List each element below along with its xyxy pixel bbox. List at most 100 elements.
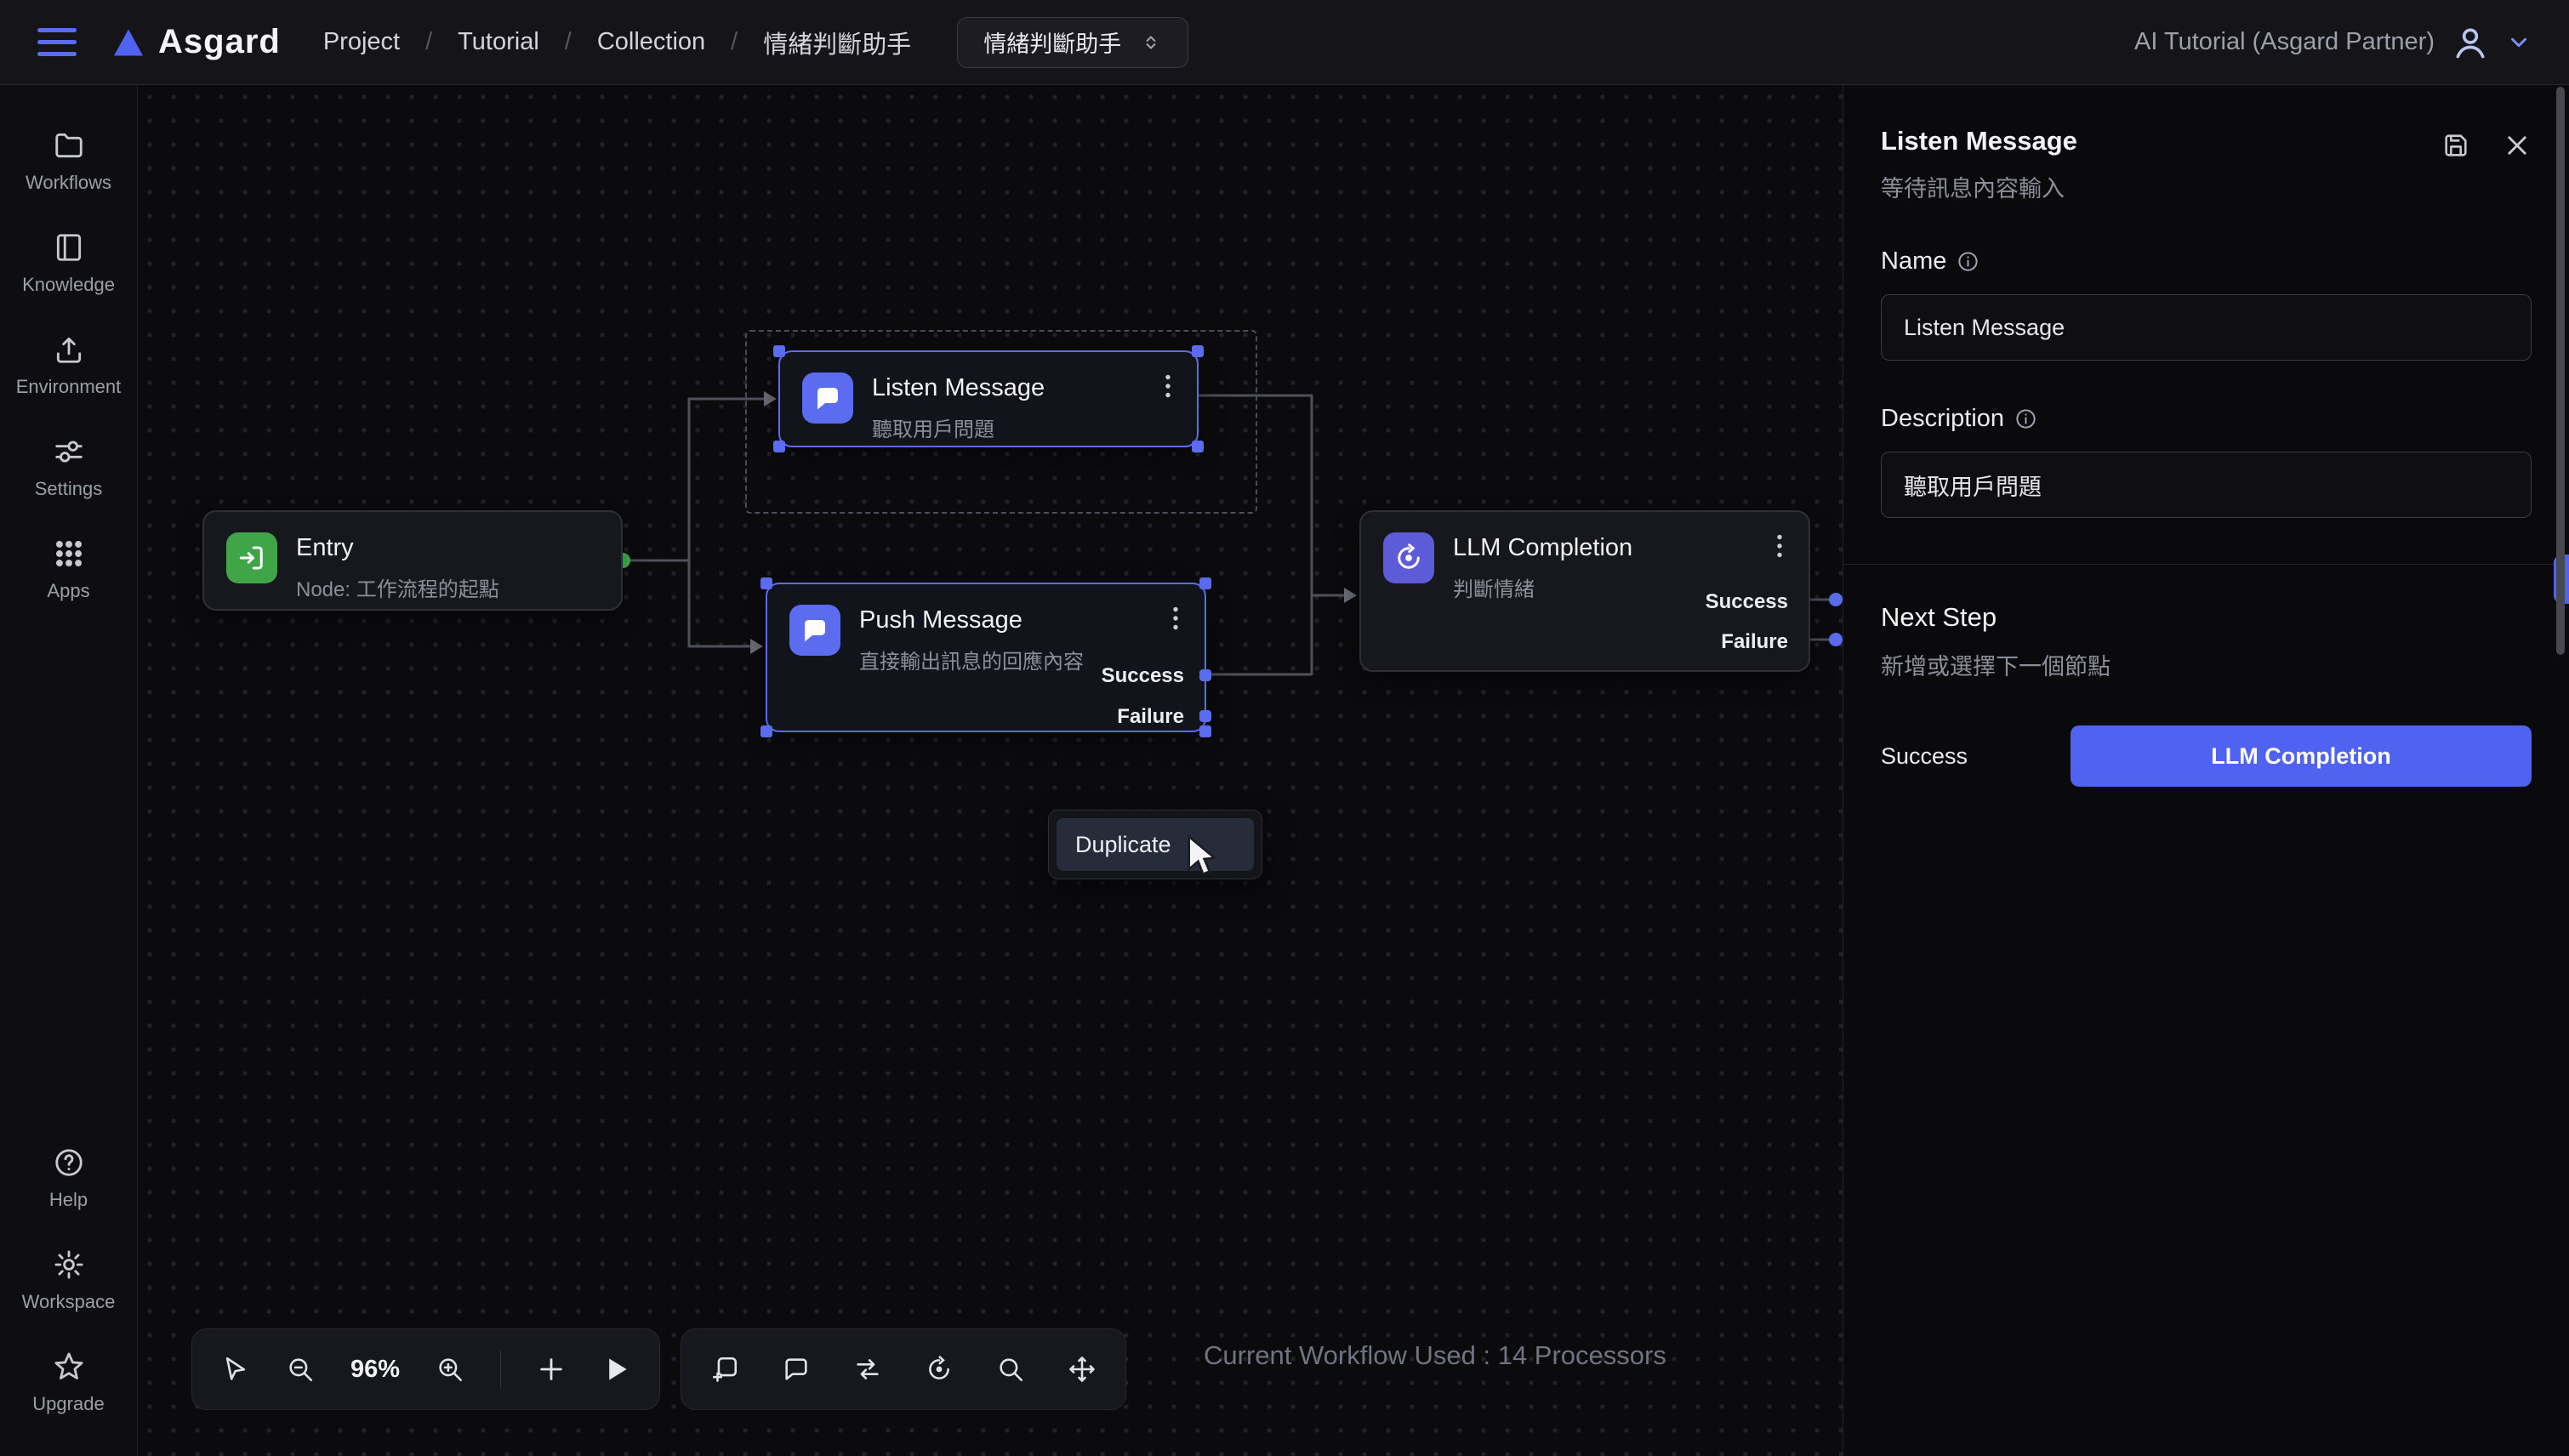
add-icon[interactable] [537, 1355, 566, 1384]
sidebar-item-workspace[interactable]: Workspace [0, 1230, 137, 1332]
info-icon [1957, 250, 1979, 273]
info-icon [2014, 407, 2037, 430]
panel-scrollbar[interactable] [2556, 87, 2565, 655]
panel-subtitle: 等待訊息內容輸入 [1881, 170, 2077, 203]
apps-grid-icon [53, 537, 85, 570]
breadcrumb-item-tutorial[interactable]: Tutorial [458, 28, 539, 56]
book-icon [53, 231, 85, 264]
breadcrumb-item-collection[interactable]: Collection [597, 28, 705, 56]
fit-view-icon[interactable] [1068, 1355, 1097, 1384]
sidebar-item-upgrade[interactable]: Upgrade [0, 1332, 137, 1434]
help-icon [53, 1146, 85, 1179]
search-icon[interactable] [996, 1355, 1025, 1384]
add-llm-node-icon[interactable] [925, 1355, 954, 1384]
menu-icon[interactable] [37, 28, 77, 56]
context-menu: Duplicate [1048, 810, 1262, 879]
toolbar-divider [500, 1351, 501, 1388]
next-step-title: Next Step [1881, 602, 2532, 633]
description-input[interactable] [1881, 452, 2532, 518]
chevron-down-icon[interactable] [2506, 30, 2532, 55]
node-title: Push Message [859, 605, 1084, 634]
sidebar-item-apps[interactable]: Apps [0, 519, 137, 621]
resize-handle[interactable] [773, 345, 785, 357]
workflow-selector[interactable]: 情緒判斷助手 [957, 17, 1188, 68]
name-field-label: Name [1881, 247, 2532, 276]
next-step-target-button[interactable]: LLM Completion [2071, 725, 2532, 787]
resize-handle[interactable] [1192, 345, 1204, 357]
close-icon[interactable] [2503, 131, 2532, 160]
sidebar-item-label: Apps [47, 580, 89, 602]
workflow-selector-value: 情緒判斷助手 [983, 26, 1121, 59]
port-success-label: Success [1706, 590, 1788, 614]
resize-handle[interactable] [773, 441, 785, 452]
resize-handle[interactable] [1199, 577, 1211, 589]
context-menu-item-duplicate[interactable]: Duplicate [1057, 818, 1254, 871]
add-entry-node-icon[interactable] [710, 1355, 739, 1384]
folder-icon [53, 129, 85, 162]
app-window: Asgard Project / Tutorial / Collection /… [0, 0, 2569, 1456]
app-logo[interactable]: Asgard [112, 23, 281, 61]
zoom-in-icon[interactable] [436, 1355, 464, 1384]
gear-icon [53, 1248, 85, 1281]
add-message-node-icon[interactable] [782, 1355, 811, 1384]
node-subtitle: 直接輸出訊息的回應內容 [859, 645, 1084, 674]
sidebar-item-workflows[interactable]: Workflows [0, 111, 137, 213]
swap-arrows-icon[interactable] [853, 1355, 882, 1384]
topbar: Asgard Project / Tutorial / Collection /… [0, 0, 2569, 85]
port-failure-label: Failure [1117, 705, 1184, 729]
zoom-level[interactable]: 96% [350, 1356, 400, 1384]
run-workflow-icon[interactable] [601, 1355, 630, 1384]
panel-title: Listen Message [1881, 126, 2077, 156]
sidebar-item-label: Workspace [22, 1291, 116, 1313]
breadcrumb-separator: / [731, 28, 738, 56]
sidebar-item-label: Workflows [26, 172, 111, 194]
llm-node-icon [1383, 532, 1434, 583]
node-entry[interactable]: Entry Node: 工作流程的起點 [202, 510, 623, 611]
sidebar-item-knowledge[interactable]: Knowledge [0, 213, 137, 315]
node-menu-icon[interactable] [1764, 531, 1795, 565]
sidebar: Workflows Knowledge Environment Settings… [0, 85, 138, 1456]
description-field-label: Description [1881, 405, 2532, 433]
port-success-dot[interactable] [1199, 669, 1211, 681]
star-icon [53, 1351, 85, 1383]
upload-icon [53, 333, 85, 366]
node-title: Listen Message [872, 373, 1045, 402]
node-menu-icon[interactable] [1160, 603, 1191, 637]
next-step-subtitle: 新增或選擇下一個節點 [1881, 648, 2532, 681]
logo-text: Asgard [158, 23, 281, 61]
resize-handle[interactable] [1192, 441, 1204, 452]
pointer-tool-icon[interactable] [221, 1355, 250, 1384]
sidebar-item-settings[interactable]: Settings [0, 417, 137, 519]
name-input[interactable] [1881, 294, 2532, 361]
port-success-label: Success [1102, 664, 1184, 688]
resize-handle[interactable] [760, 725, 772, 737]
node-palette-toolbar [681, 1328, 1126, 1410]
node-push-message[interactable]: Push Message 直接輸出訊息的回應內容 Success Failure [766, 583, 1206, 732]
node-menu-icon[interactable] [1153, 371, 1183, 405]
breadcrumb-separator: / [425, 28, 432, 56]
node-llm-completion[interactable]: LLM Completion 判斷情緒 Success Failure [1359, 510, 1810, 672]
node-listen-message[interactable]: Listen Message 聽取用戶問題 [778, 350, 1199, 447]
sidebar-item-label: Upgrade [32, 1393, 104, 1415]
save-icon[interactable] [2441, 131, 2470, 160]
resize-handle[interactable] [760, 577, 772, 589]
breadcrumb-separator: / [565, 28, 572, 56]
breadcrumb: Project / Tutorial / Collection / 情緒判斷助手 [323, 25, 911, 60]
account-label: AI Tutorial (Asgard Partner) [2134, 28, 2435, 56]
processor-usage-status: Current Workflow Used : 14 Processors [1204, 1340, 1666, 1371]
breadcrumb-item-workflow[interactable]: 情緒判斷助手 [763, 25, 911, 60]
sidebar-item-help[interactable]: Help [0, 1128, 137, 1230]
node-title: Entry [296, 532, 499, 562]
canvas-toolbar: 96% [191, 1328, 660, 1410]
resize-handle[interactable] [1199, 725, 1211, 737]
sidebar-item-label: Settings [35, 478, 103, 500]
breadcrumb-item-project[interactable]: Project [323, 28, 400, 56]
sort-chevrons-icon [1140, 31, 1162, 54]
node-inspector-panel: Listen Message 等待訊息內容輸入 Name Description [1843, 85, 2569, 1456]
zoom-out-icon[interactable] [286, 1355, 315, 1384]
port-failure-dot[interactable] [1199, 710, 1211, 722]
node-subtitle: 判斷情緒 [1453, 572, 1632, 602]
sidebar-item-label: Knowledge [22, 274, 115, 296]
avatar[interactable] [2452, 24, 2489, 61]
sidebar-item-environment[interactable]: Environment [0, 315, 137, 417]
